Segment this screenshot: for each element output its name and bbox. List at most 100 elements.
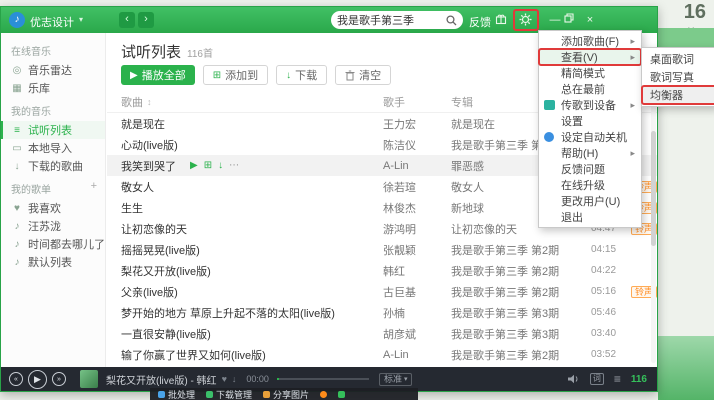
taskbar-item-batch[interactable]: 批处理 (158, 388, 195, 400)
clear-button[interactable]: 清空 (335, 65, 391, 85)
next-button[interactable]: » (52, 372, 66, 386)
sidebar-item-label: 默认列表 (28, 254, 72, 270)
play-all-button[interactable]: ▶ 播放全部 (121, 65, 195, 85)
submenu-arrow-icon: ▸ (630, 52, 635, 63)
row-more-icon[interactable]: ⋯ (229, 160, 239, 171)
song-artist: 王力宏 (383, 116, 451, 132)
quality-selector[interactable]: 标准 ▾ (379, 373, 413, 386)
menu-item-transfer-to-device[interactable]: 传歌到设备 ▸ (539, 97, 641, 113)
submenu-item-lyric-photo[interactable]: 歌词写真 (642, 68, 714, 86)
download-manager-icon (206, 391, 213, 398)
previous-button[interactable]: « (9, 372, 23, 386)
sidebar-item-listen-list[interactable]: ≡ 试听列表 (1, 121, 105, 139)
download-button[interactable]: ↓ 下载 (276, 65, 327, 85)
sidebar-item-default-list[interactable]: ♪ 默认列表 (1, 253, 105, 271)
menu-label: 设置 (561, 113, 583, 129)
sidebar-item-local-import[interactable]: ▭ 本地导入 (1, 139, 105, 157)
menu-item-online-update[interactable]: 在线升级 (539, 177, 641, 193)
header-song[interactable]: 歌曲 (121, 94, 143, 110)
table-row[interactable]: 梨花又开放(live版) 韩红 我是歌手第三季 第2期 04:22 (107, 260, 657, 281)
sidebar-item-favorites[interactable]: ♥ 我喜欢 (1, 199, 105, 217)
menu-item-always-on-top[interactable]: 总在最前 (539, 81, 641, 97)
menu-item-help[interactable]: 帮助(H) ▸ (539, 145, 641, 161)
volume-icon[interactable] (568, 374, 580, 384)
sidebar-section-playlists: 我的歌单 + (1, 175, 105, 199)
menu-item-settings[interactable]: 设置 (539, 113, 641, 129)
sidebar-item-playlist-2[interactable]: ♪ 时间都去哪儿了 (1, 235, 105, 253)
scrollbar-thumb[interactable] (651, 131, 656, 246)
row-play-icon[interactable]: ▶ (190, 160, 198, 171)
taskbar-item-download-manager[interactable]: 下载管理 (206, 388, 252, 400)
song-album: 我是歌手第三季 第2期 (451, 347, 591, 363)
list-icon: ≡ (11, 125, 23, 136)
sidebar-item-downloaded[interactable]: ↓ 下载的歌曲 (1, 157, 105, 175)
table-row[interactable]: 一直很安静(live版) 胡彦斌 我是歌手第三季 第3期 03:40 (107, 323, 657, 344)
sidebar-item-library[interactable]: ▦ 乐库 (1, 79, 105, 97)
table-row[interactable]: 梦开始的地方 草原上升起不落的太阳(live版) 孙楠 我是歌手第三季 第3期 … (107, 302, 657, 323)
menu-item-mini-mode[interactable]: 精简模式 (539, 65, 641, 81)
submenu-item-equalizer[interactable]: 均衡器 (642, 86, 714, 104)
menu-item-add-songs[interactable]: 添加歌曲(F) ▸ (539, 33, 641, 49)
lyrics-icon[interactable]: 词 (590, 373, 604, 385)
menu-item-exit[interactable]: 退出 (539, 209, 641, 225)
nav-forward-button[interactable]: › (138, 12, 154, 28)
taskbar-green-icon[interactable] (338, 391, 345, 398)
menu-label: 更改用户(U) (561, 193, 620, 209)
taskbar-label: 下载管理 (216, 388, 252, 400)
favorite-icon[interactable]: ♥ (222, 374, 227, 384)
song-title: 父亲(live版) (121, 284, 178, 300)
sidebar-item-label: 时间都去哪儿了 (28, 236, 105, 252)
submenu-item-desktop-lyrics[interactable]: 桌面歌词 (642, 50, 714, 68)
batch-icon (158, 391, 165, 398)
minimize-button[interactable]: — (547, 13, 563, 28)
settings-menu: 添加歌曲(F) ▸ 查看(V) ▸ 精简模式 总在最前 传歌到设备 ▸ 设置 设… (538, 30, 642, 228)
sort-icon[interactable]: ↕ (147, 97, 152, 107)
search-icon[interactable] (446, 15, 457, 26)
track-download-icon[interactable]: ↓ (232, 374, 237, 384)
table-row[interactable]: 父亲(live版) 古巨基 我是歌手第三季 第2期 05:16 铃声 (107, 281, 657, 302)
page-title: 试听列表 (121, 41, 181, 62)
row-download-icon[interactable]: ↓ (218, 160, 223, 171)
song-title: 敬女人 (121, 179, 154, 195)
song-duration: 04:15 (591, 244, 631, 255)
progress-bar[interactable] (277, 378, 369, 380)
table-row[interactable]: 输了你赢了世界又如何(live版) A-Lin 我是歌手第三季 第2期 03:5… (107, 344, 657, 365)
menu-label: 退出 (561, 209, 583, 225)
gift-icon[interactable] (495, 13, 511, 28)
search-input[interactable] (337, 14, 446, 26)
sidebar-item-playlist-1[interactable]: ♪ 汪苏泷 (1, 217, 105, 235)
queue-count[interactable]: 116 (631, 374, 647, 385)
now-playing-title[interactable]: 梨花又开放(live版) - 韩红 (106, 372, 217, 387)
album-thumbnail[interactable] (80, 370, 98, 388)
search-box[interactable] (331, 11, 463, 29)
download-icon: ↓ (11, 161, 23, 172)
table-row[interactable]: 摇摇晃晃(live版) 张靓颖 我是歌手第三季 第2期 04:15 (107, 239, 657, 260)
menu-item-view[interactable]: 查看(V) ▸ (539, 49, 641, 65)
sidebar-item-music-radar[interactable]: ◎ 音乐雷达 (1, 61, 105, 79)
quality-label: 标准 (384, 374, 402, 385)
submenu-arrow-icon: ▸ (630, 148, 635, 159)
taskbar-orange-icon[interactable] (320, 391, 327, 398)
add-to-button[interactable]: ⊞ 添加到 (203, 65, 268, 85)
menu-item-switch-user[interactable]: 更改用户(U) (539, 193, 641, 209)
menu-item-feedback[interactable]: 反馈问题 (539, 161, 641, 177)
scrollbar[interactable] (651, 91, 656, 363)
song-title: 摇摇晃晃(live版) (121, 242, 200, 258)
row-add-icon[interactable]: ⊞ (204, 160, 212, 171)
close-button[interactable]: × (582, 13, 598, 28)
username-menu[interactable]: 优志设计 (30, 14, 74, 30)
header-artist[interactable]: 歌手 (383, 94, 451, 110)
play-button[interactable]: ▶ (28, 370, 47, 389)
sidebar-section-online: 在线音乐 (1, 37, 105, 61)
playlist-toggle-icon[interactable]: ≡ (614, 372, 621, 386)
song-duration: 05:16 (591, 286, 631, 297)
feedback-link[interactable]: 反馈 (469, 14, 491, 30)
song-duration: 05:46 (591, 307, 631, 318)
nav-back-button[interactable]: ‹ (119, 12, 135, 28)
song-artist: A-Lin (383, 160, 451, 172)
add-playlist-icon[interactable]: + (91, 180, 97, 192)
restore-button[interactable] (564, 13, 580, 28)
library-icon: ▦ (11, 83, 23, 94)
menu-item-auto-shutdown[interactable]: 设定自动关机 (539, 129, 641, 145)
taskbar-item-share-image[interactable]: 分享图片 (263, 388, 309, 400)
